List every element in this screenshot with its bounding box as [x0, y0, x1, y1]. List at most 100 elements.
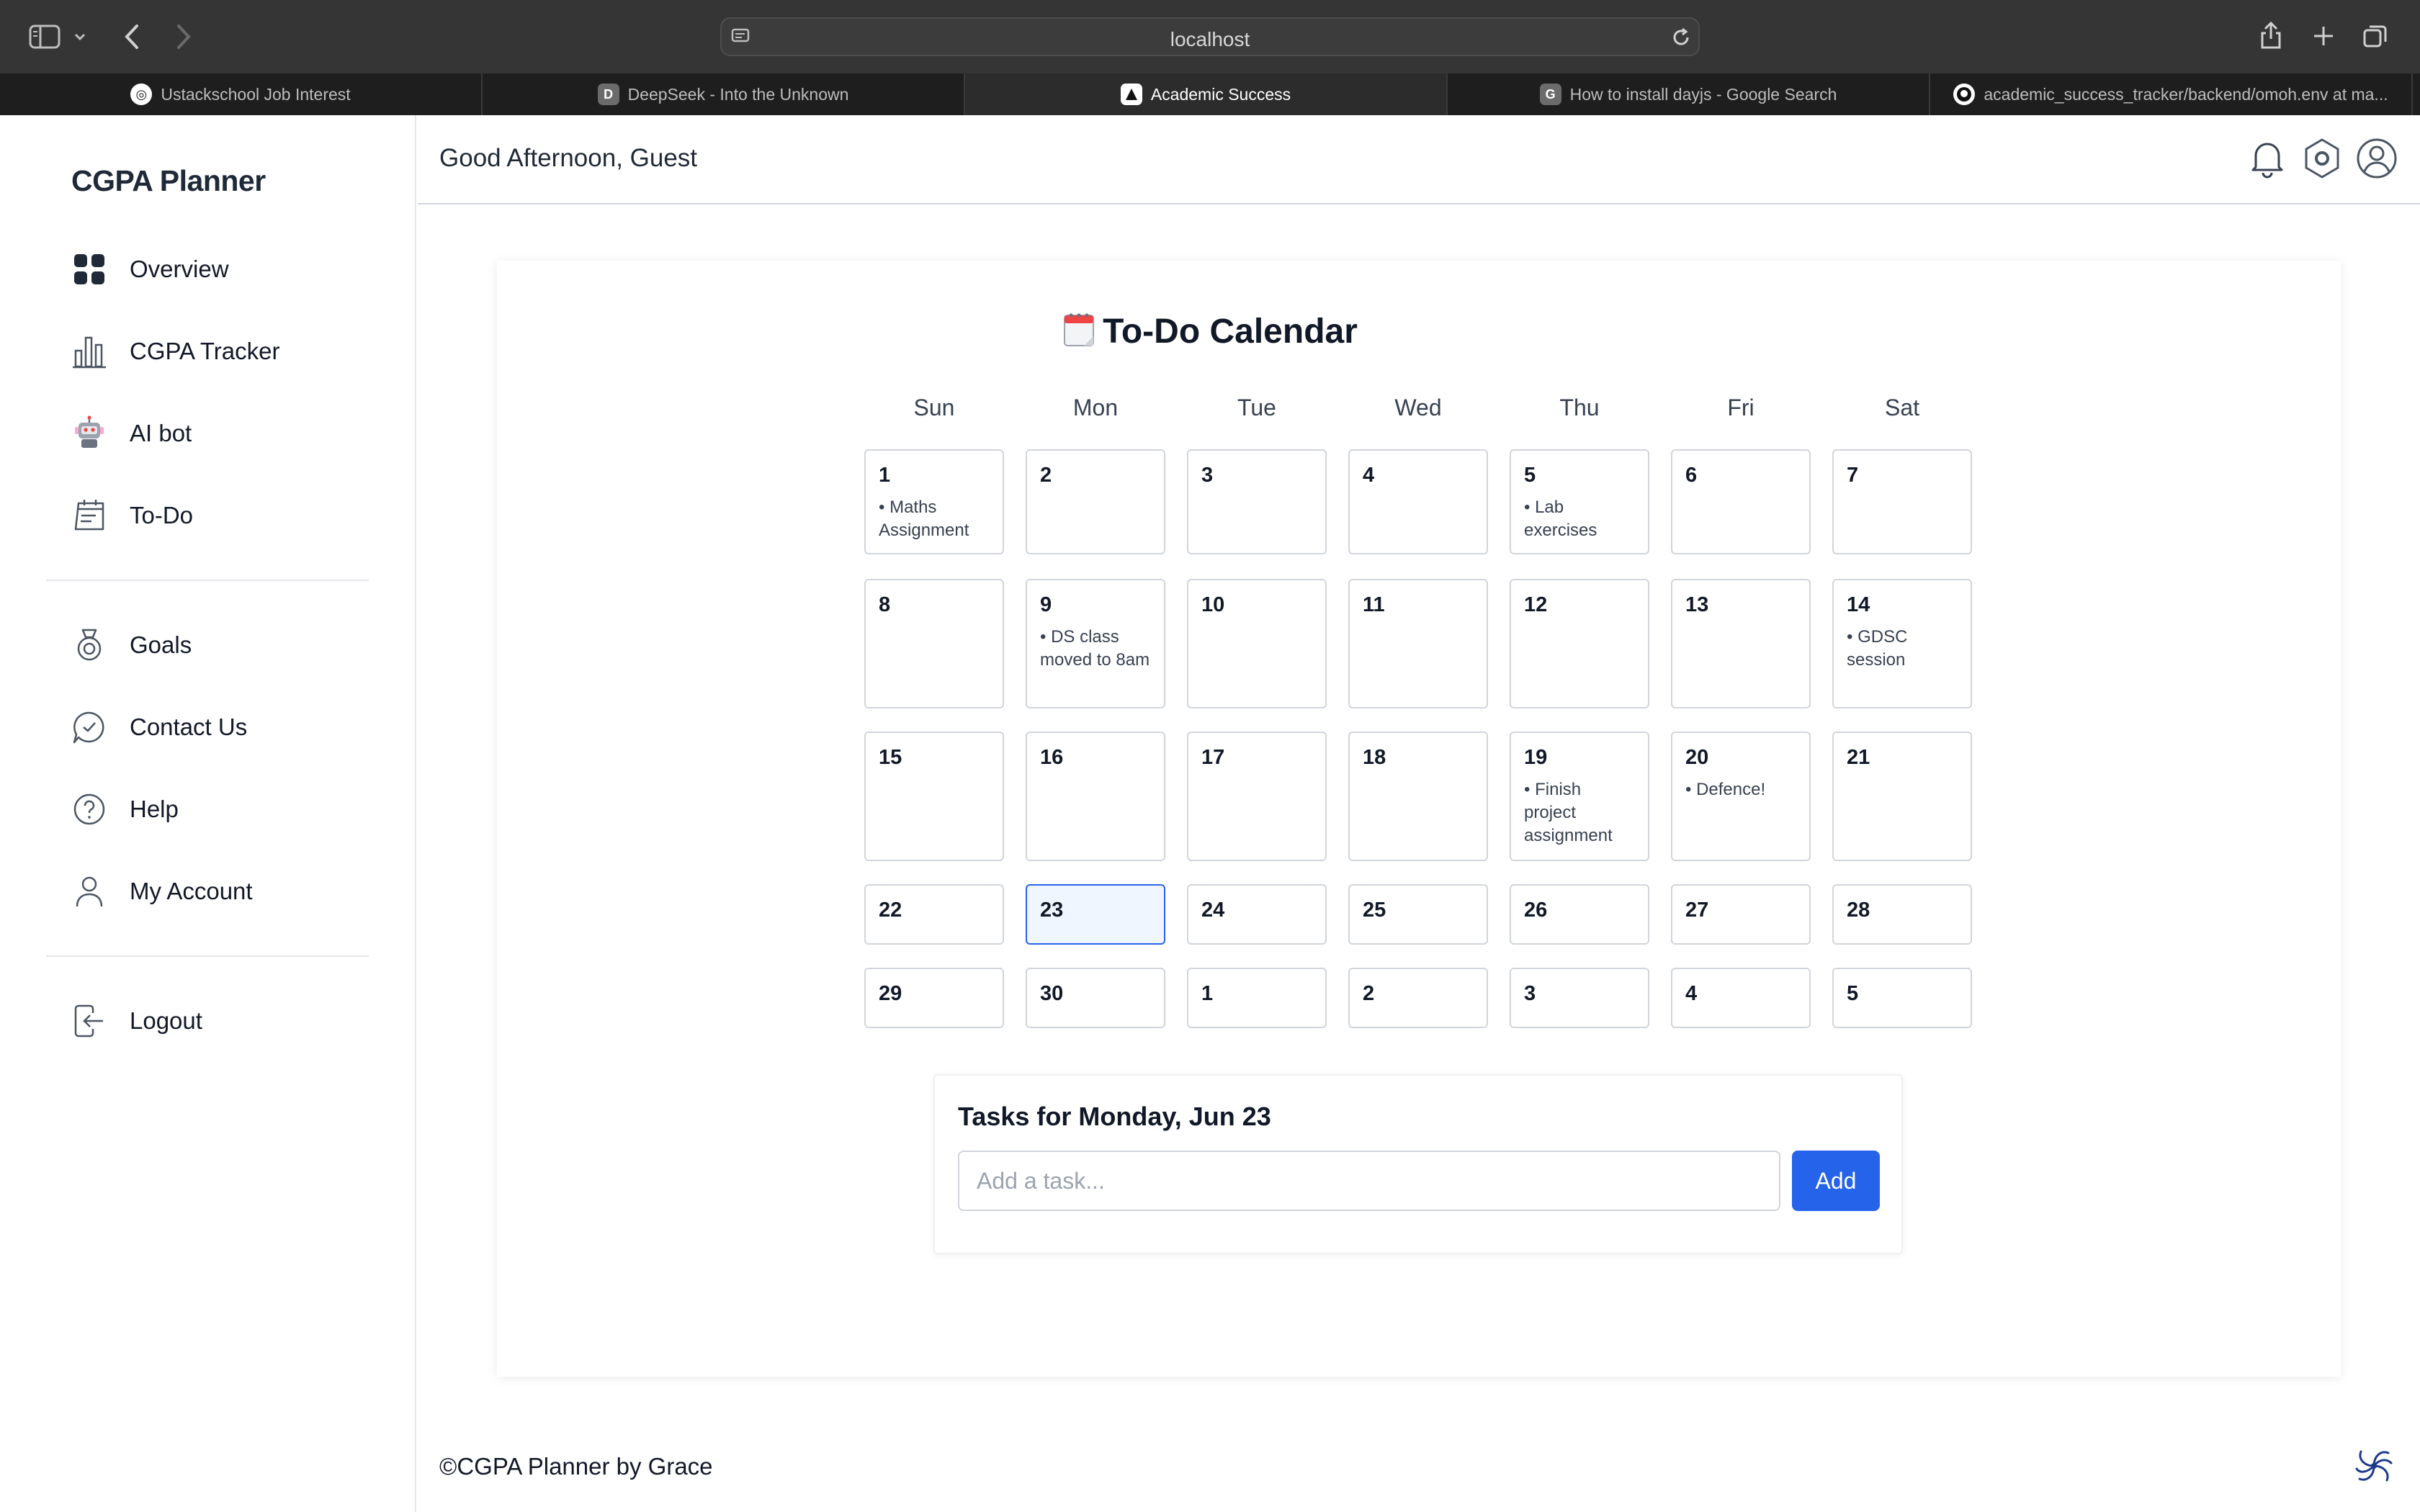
- calendar-day-cell-selected[interactable]: 23: [1026, 884, 1165, 945]
- calendar-day-cell[interactable]: 5 • Lab exercises: [1510, 449, 1649, 554]
- calendar-day-cell[interactable]: 2: [1026, 449, 1165, 554]
- calendar-day-number: 14: [1847, 593, 1870, 616]
- tab-overview-icon[interactable]: [2362, 23, 2388, 49]
- calendar-day-cell[interactable]: 21: [1832, 732, 1972, 861]
- assistant-logo-icon[interactable]: [2351, 1443, 2397, 1489]
- calendar-day-number: 16: [1040, 746, 1064, 769]
- calendar-day-cell[interactable]: 24: [1187, 884, 1327, 945]
- sidebar-item-ai-bot[interactable]: AI bot: [69, 412, 192, 455]
- browser-tab-active[interactable]: Academic Success: [965, 73, 1448, 115]
- add-task-button[interactable]: Add: [1792, 1151, 1880, 1211]
- calendar-day-cell[interactable]: 18: [1348, 732, 1488, 861]
- calendar-day-cell[interactable]: 15: [864, 732, 1004, 861]
- back-icon[interactable]: [122, 23, 141, 50]
- add-task-input[interactable]: [958, 1151, 1780, 1211]
- calendar-task[interactable]: • Defence!: [1685, 778, 1796, 801]
- calendar-day-number: 12: [1524, 593, 1548, 616]
- sidebar-item-contact-us[interactable]: Contact Us: [69, 706, 247, 749]
- calendar-day-cell[interactable]: 29: [864, 968, 1004, 1028]
- settings-icon[interactable]: [2299, 135, 2345, 181]
- calendar-day-cell[interactable]: 7: [1832, 449, 1972, 554]
- calendar-day-cell[interactable]: 22: [864, 884, 1004, 945]
- weekday-label: Fri: [1727, 395, 1754, 420]
- calendar-day-number: 27: [1685, 899, 1709, 922]
- calendar-day-cell[interactable]: 27: [1671, 884, 1811, 945]
- address-bar[interactable]: localhost: [720, 17, 1700, 56]
- calendar-day-cell[interactable]: 3: [1187, 449, 1327, 554]
- browser-tab[interactable]: ◎ Ustackschool Job Interest: [0, 73, 483, 115]
- forward-icon[interactable]: [174, 23, 193, 50]
- calendar-day-cell[interactable]: 10: [1187, 579, 1327, 708]
- calendar-day-cell[interactable]: 25: [1348, 884, 1488, 945]
- sidebar-divider: [46, 955, 369, 957]
- calendar-day-number: 15: [879, 746, 902, 769]
- sidebar-item-my-account[interactable]: My Account: [69, 870, 253, 913]
- calendar-day-number: 19: [1524, 746, 1548, 769]
- target-icon: [69, 625, 109, 665]
- calendar-day-cell[interactable]: 1 • Maths Assignment: [864, 449, 1004, 554]
- calendar-day-cell[interactable]: 17: [1187, 732, 1327, 861]
- calendar-day-cell[interactable]: 1: [1187, 968, 1327, 1028]
- account-icon[interactable]: [2354, 135, 2400, 181]
- tab-strip: ◎ Ustackschool Job Interest D DeepSeek -…: [0, 73, 2420, 115]
- new-tab-icon[interactable]: [2312, 24, 2335, 48]
- calendar-day-number: 11: [1363, 593, 1385, 616]
- sidebar-item-logout[interactable]: Logout: [69, 999, 202, 1043]
- calendar-day-cell[interactable]: 9 • DS class moved to 8am: [1026, 579, 1165, 708]
- calendar-day-cell[interactable]: 13: [1671, 579, 1811, 708]
- calendar-day-number: 18: [1363, 746, 1386, 769]
- sidebar-item-goals[interactable]: Goals: [69, 624, 192, 667]
- calendar-day-cell[interactable]: 20 • Defence!: [1671, 732, 1811, 861]
- calendar-day-cell[interactable]: 8: [864, 579, 1004, 708]
- sidebar-item-help[interactable]: Help: [69, 788, 179, 831]
- calendar-day-cell[interactable]: 28: [1832, 884, 1972, 945]
- greeting-text: Good Afternoon, Guest: [439, 144, 698, 172]
- calendar-day-cell[interactable]: 26: [1510, 884, 1649, 945]
- calendar-day-cell[interactable]: 12: [1510, 579, 1649, 708]
- calendar-day-cell[interactable]: 14 • GDSC session: [1832, 579, 1972, 708]
- share-icon[interactable]: [2259, 20, 2283, 50]
- calendar-day-number: 10: [1201, 593, 1225, 616]
- calendar-day-number: 2: [1363, 982, 1375, 1005]
- calendar-task[interactable]: • GDSC session: [1847, 626, 1958, 672]
- calendar-task[interactable]: • Finish project assignment: [1524, 778, 1635, 847]
- calendar-day-cell[interactable]: 2: [1348, 968, 1488, 1028]
- calendar-day-number: 22: [879, 899, 902, 922]
- reload-icon[interactable]: [1671, 27, 1691, 48]
- deepseek-favicon-icon: D: [597, 84, 619, 105]
- calendar-day-cell[interactable]: 16: [1026, 732, 1165, 861]
- calendar-day-cell[interactable]: 11: [1348, 579, 1488, 708]
- sidebar-toggle-icon[interactable]: [29, 24, 60, 49]
- calendar-day-number: 21: [1847, 746, 1870, 769]
- sidebar-item-overview[interactable]: Overview: [69, 248, 229, 291]
- calendar-icon: [69, 495, 109, 536]
- brand-title: CGPA Planner: [71, 164, 266, 197]
- calendar-day-number: 4: [1685, 982, 1698, 1005]
- calendar-day-number: 8: [879, 593, 891, 616]
- calendar-day-number: 29: [879, 982, 902, 1005]
- calendar-day-cell[interactable]: 19 • Finish project assignment: [1510, 732, 1649, 861]
- browser-tab[interactable]: G How to install dayjs - Google Search: [1448, 73, 1930, 115]
- calendar-task[interactable]: • DS class moved to 8am: [1040, 626, 1151, 672]
- calendar-day-number: 20: [1685, 746, 1709, 769]
- browser-tab[interactable]: D DeepSeek - Into the Unknown: [483, 73, 965, 115]
- chevron-down-icon[interactable]: [73, 30, 86, 43]
- browser-tab[interactable]: academic_success_tracker/backend/omoh.en…: [1930, 73, 2413, 115]
- calendar-day-number: 5: [1524, 464, 1536, 487]
- calendar-day-cell[interactable]: 4: [1348, 449, 1488, 554]
- sidebar-item-label: My Account: [130, 878, 253, 904]
- calendar-task[interactable]: • Lab exercises: [1524, 496, 1635, 542]
- calendar-day-cell[interactable]: 4: [1671, 968, 1811, 1028]
- sidebar-item-label: Contact Us: [130, 714, 248, 740]
- calendar-day-cell[interactable]: 6: [1671, 449, 1811, 554]
- sidebar-item-to-do[interactable]: To-Do: [69, 494, 193, 537]
- sidebar-item-label: AI bot: [130, 420, 192, 446]
- calendar-day-cell[interactable]: 30: [1026, 968, 1165, 1028]
- calendar-day-cell[interactable]: 3: [1510, 968, 1649, 1028]
- bell-icon[interactable]: [2244, 135, 2290, 181]
- calendar-day-cell[interactable]: 5: [1832, 968, 1972, 1028]
- app-favicon-icon: [1120, 84, 1142, 105]
- weekday-label: Tue: [1237, 395, 1276, 420]
- calendar-task[interactable]: • Maths Assignment: [879, 496, 990, 542]
- calendar-day-number: 7: [1847, 464, 1859, 487]
